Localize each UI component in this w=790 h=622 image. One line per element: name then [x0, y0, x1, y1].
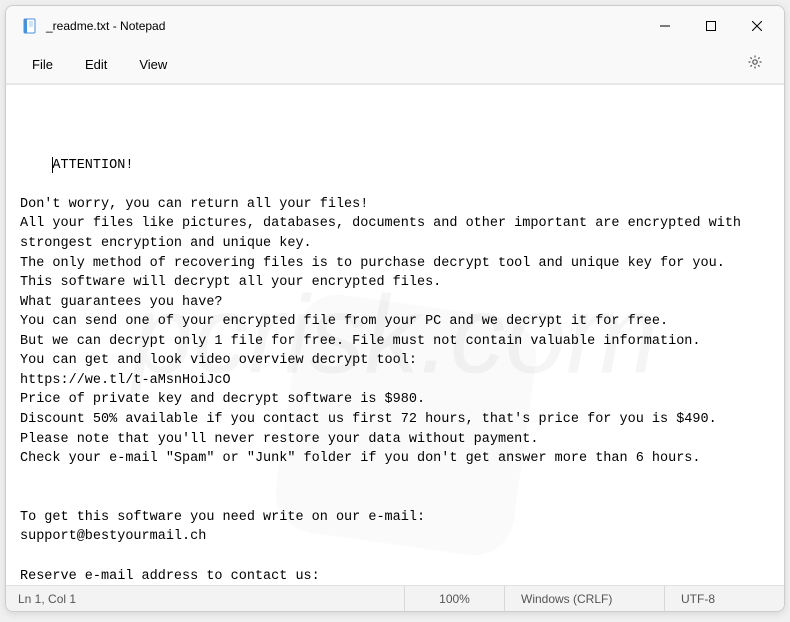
- notepad-icon: [22, 18, 38, 34]
- menubar: File Edit View: [6, 46, 784, 84]
- maximize-button[interactable]: [688, 10, 734, 42]
- status-lineending: Windows (CRLF): [504, 586, 664, 611]
- window-controls: [642, 10, 780, 42]
- titlebar-left: _readme.txt - Notepad: [10, 18, 642, 34]
- statusbar: Ln 1, Col 1 100% Windows (CRLF) UTF-8: [6, 585, 784, 611]
- editor-content[interactable]: pcrisk.com ATTENTION! Don't worry, you c…: [6, 84, 784, 585]
- menu-view[interactable]: View: [125, 51, 181, 78]
- titlebar: _readme.txt - Notepad: [6, 6, 784, 46]
- menu-file[interactable]: File: [18, 51, 67, 78]
- status-encoding: UTF-8: [664, 586, 784, 611]
- gear-icon: [747, 54, 763, 75]
- status-position: Ln 1, Col 1: [6, 586, 404, 611]
- close-button[interactable]: [734, 10, 780, 42]
- settings-button[interactable]: [738, 50, 772, 80]
- document-text: ATTENTION! Don't worry, you can return a…: [20, 158, 749, 585]
- menu-edit[interactable]: Edit: [71, 51, 121, 78]
- notepad-window: _readme.txt - Notepad File Edit View: [5, 5, 785, 612]
- minimize-button[interactable]: [642, 10, 688, 42]
- status-zoom[interactable]: 100%: [404, 586, 504, 611]
- window-title: _readme.txt - Notepad: [46, 19, 165, 33]
